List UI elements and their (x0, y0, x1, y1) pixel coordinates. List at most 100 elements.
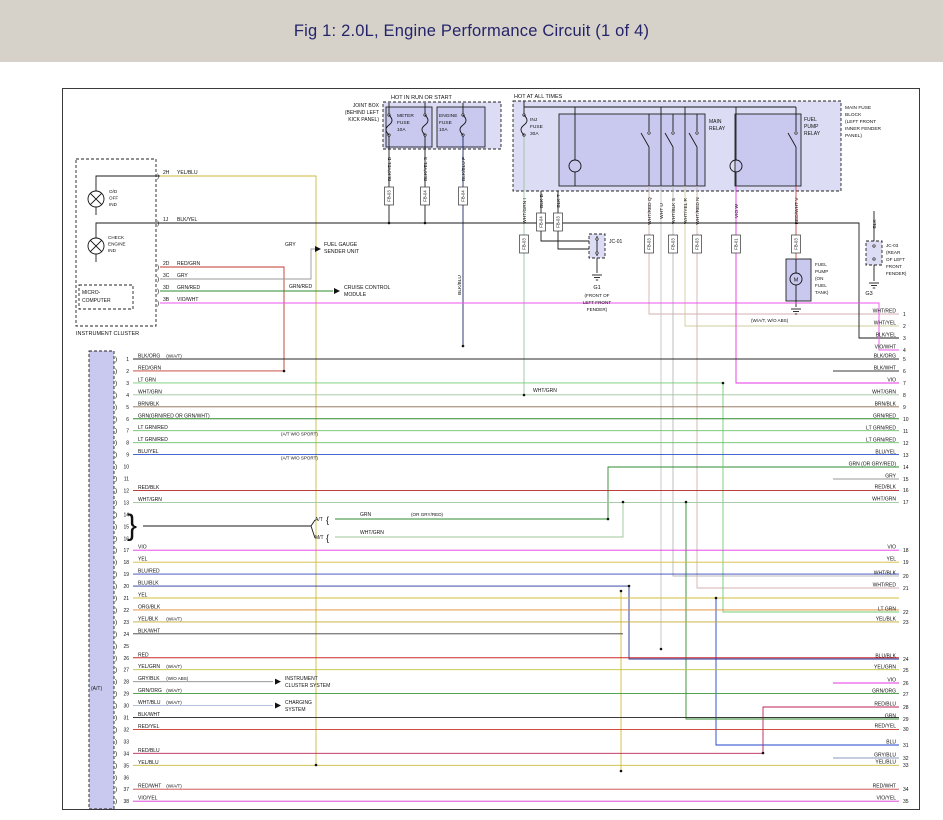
left-pin-number: 7 (126, 429, 129, 435)
fuel-pump-label: TANK) (815, 290, 829, 295)
right-pin-label: BLU (886, 740, 896, 746)
at-brace-icon: { (326, 515, 329, 525)
pin-bracket-icon: ) (115, 416, 117, 423)
right-pin-label: VIO/YEL (877, 796, 897, 802)
junction-dot (620, 770, 623, 773)
fuel-pump-relay-label: PUMP (804, 124, 819, 130)
jc03-label: JC-03 (886, 243, 899, 248)
drop-wire-label: WHT U (659, 203, 665, 219)
right-pin-label: GRN (885, 714, 897, 720)
main-fuse-block-label: INNER FENDER (845, 126, 882, 132)
pin-bracket-icon: ) (115, 440, 117, 447)
drop-wire-label: BLK (872, 219, 878, 229)
left-pin-number: 1 (126, 357, 129, 363)
junction-dot (715, 597, 718, 600)
pin-bracket-icon: ) (115, 643, 117, 650)
left-pin-number: 8 (126, 441, 129, 447)
left-pin-number: 38 (123, 799, 129, 805)
left-pin-number: 12 (123, 488, 129, 494)
left-pin-number: 31 (123, 716, 129, 722)
left-pin-number: 6 (126, 417, 129, 423)
left-pin-number: 28 (123, 680, 129, 686)
right-pin-number: 35 (903, 799, 909, 805)
g3-label: G3 (865, 291, 872, 297)
pin-bracket-icon: ) (115, 619, 117, 626)
left-pin-note: (W/A/T) (166, 664, 182, 669)
terminal-dot (795, 132, 797, 134)
cluster-pin-id: 2H (163, 170, 170, 176)
pin-bracket-icon: ) (115, 368, 117, 375)
instrument-cluster-label: INSTRUMENT CLUSTER (76, 331, 139, 337)
left-pin-number: 24 (123, 632, 129, 638)
right-pin-label: LT GRN/RED (866, 438, 896, 444)
pin-bracket-icon: ) (115, 726, 117, 733)
right-pin-label: YEL/BLU (875, 760, 896, 766)
joint-box-label: KICK PANEL) (348, 117, 379, 123)
left-pin-note: (W/A/T) (166, 354, 182, 359)
pin-bracket-icon: ) (115, 487, 117, 494)
left-pin-note: (A/T W/O SPORT) (281, 456, 318, 461)
micro-computer-label: COMPUTER (82, 298, 111, 304)
terminal-dot (648, 132, 650, 134)
pin-bracket-icon: ) (115, 762, 117, 769)
check-engine-label: CHECK (108, 235, 125, 240)
pin-bracket-icon: ) (157, 220, 159, 227)
pin-bracket-icon: ) (115, 523, 117, 530)
right-pin-number: 4 (903, 348, 906, 354)
right-pin-label: LT GRN (878, 607, 896, 613)
at-wire-label: GRN (360, 512, 372, 518)
wiring-diagram: )1BLK/ORG(W/A/T))2RED/GRN)3LT GRN)4WHT/G… (63, 89, 919, 809)
pin-bracket-icon: ) (115, 380, 117, 387)
jc03-label: (REAR (886, 250, 901, 255)
pin-bracket-icon: ) (115, 798, 117, 805)
fb-connector-label: FB-03 (556, 216, 561, 228)
left-pin-number: 19 (123, 572, 129, 578)
right-pin-number: 2 (903, 324, 906, 330)
right-pin-number: 30 (903, 727, 909, 733)
right-pin-label: VIO/WHT (875, 345, 896, 351)
fuel-pump-relay-box (735, 114, 801, 186)
right-pin-label: WHT/YEL (874, 321, 896, 327)
right-pin-number: 27 (903, 692, 909, 698)
figure-title: Fig 1: 2.0L, Engine Performance Circuit … (294, 22, 649, 41)
fb-connector-label: FB-03 (387, 190, 392, 202)
pin-bracket-icon: ) (115, 715, 117, 722)
fuel-gauge-label: SENDER UNIT (324, 249, 360, 255)
pin-bracket-icon: ) (115, 607, 117, 614)
terminal-dot (696, 132, 698, 134)
left-pin-number: 30 (123, 704, 129, 710)
junction-dot (628, 585, 631, 588)
pump-note-label: (W/A/T, W/O ABS) (751, 318, 789, 323)
fuel-pump-label: FUEL (815, 283, 827, 288)
left-pin-number: 37 (123, 787, 129, 793)
left-pin-number: 3 (126, 381, 129, 387)
left-pin-number: 26 (123, 656, 129, 662)
right-pin-label: RED/WHT (873, 784, 896, 790)
right-pin-number: 13 (903, 453, 909, 459)
cruise-label: CRUISE CONTROL (344, 285, 391, 291)
left-pin-number: 21 (123, 596, 129, 602)
right-pin-number: 24 (903, 657, 909, 663)
inj-fuse-label: 30A (530, 131, 539, 137)
terminal-dot (672, 132, 674, 134)
left-pin-note: (W/O ABS) (166, 676, 189, 681)
right-pin-label: RED/YEL (875, 724, 897, 730)
engine-fuse-label: ENGINE (439, 113, 457, 119)
left-pin-number: 5 (126, 405, 129, 411)
check-engine-label: IND (108, 248, 117, 253)
fb-connector-label: FB-03 (647, 238, 652, 250)
main-fuse-block-label: PANEL) (845, 133, 862, 139)
pin-bracket-icon: ) (115, 738, 117, 745)
left-pin-number: 10 (123, 465, 129, 471)
od-off-label: O/D (109, 189, 118, 194)
right-pin-label: BRN/BLK (875, 402, 897, 408)
right-pin-number: 12 (903, 441, 909, 447)
left-pin-number: 25 (123, 644, 129, 650)
left-pin-number: 35 (123, 763, 129, 769)
chg-arrow-label: CHARGING (285, 700, 312, 706)
right-pin-number: 29 (903, 717, 909, 723)
pin-bracket-icon: ) (115, 392, 117, 399)
pin-bracket-icon: ) (115, 691, 117, 698)
left-pin-number: 2 (126, 369, 129, 375)
ics-arrow-label: INSTRUMENT (285, 676, 318, 682)
